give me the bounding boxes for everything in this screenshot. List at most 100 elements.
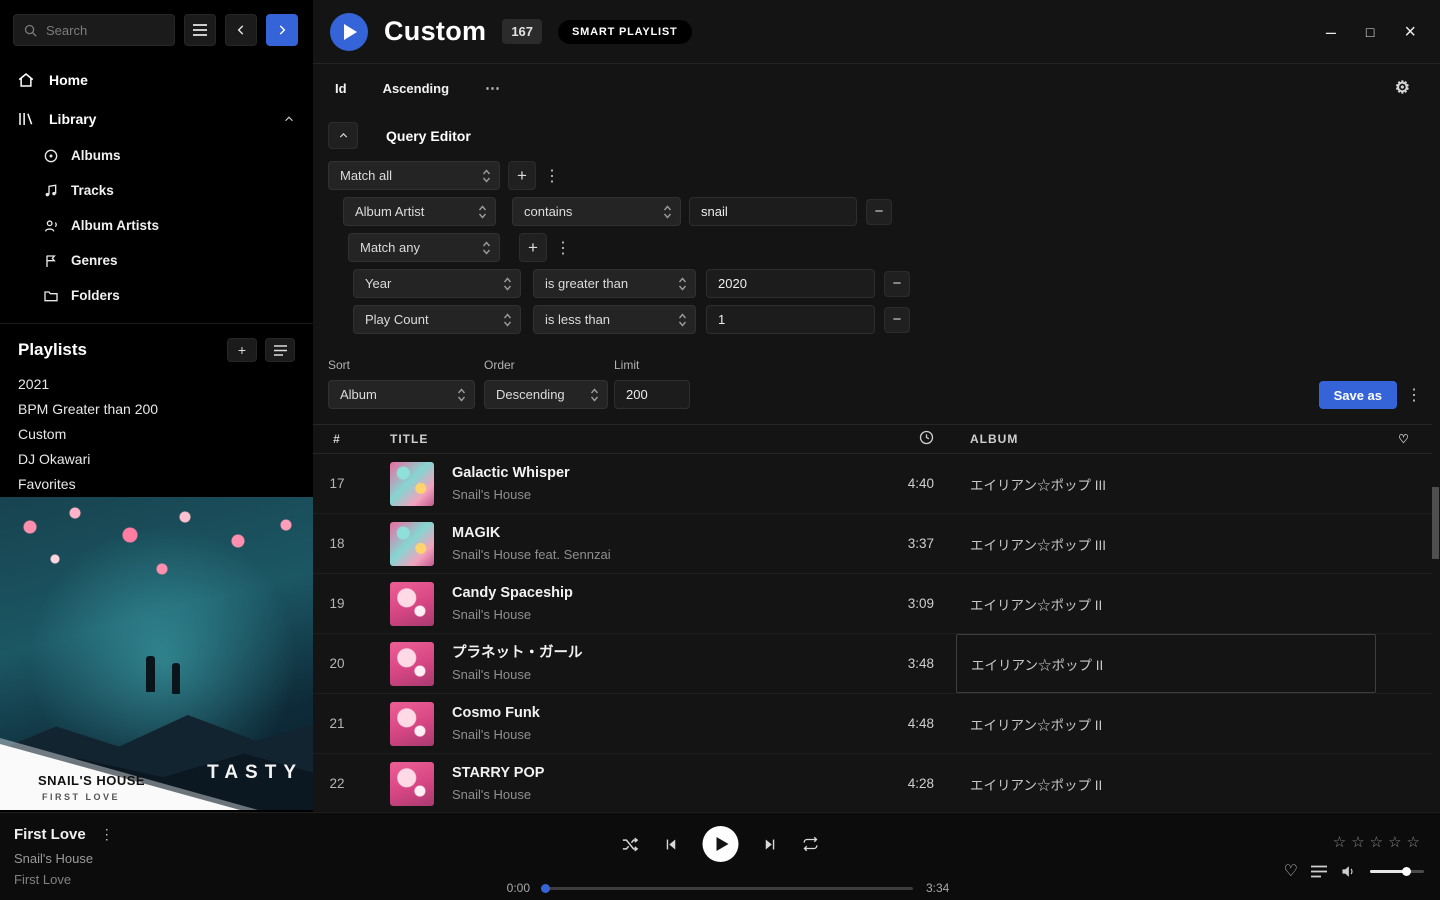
rule-operator-select[interactable]: is greater than bbox=[533, 269, 696, 298]
close-button[interactable]: × bbox=[1404, 22, 1416, 42]
chevron-up-icon bbox=[337, 129, 350, 142]
play-playlist-button[interactable] bbox=[330, 13, 368, 51]
star-icon[interactable]: ☆ bbox=[1388, 834, 1406, 851]
sort-direction-button[interactable]: Ascending bbox=[383, 81, 449, 96]
rule-field-select[interactable]: Year bbox=[353, 269, 521, 298]
sort-select[interactable]: Album bbox=[328, 380, 475, 409]
track-album: エイリアン☆ポップ III bbox=[956, 454, 1376, 513]
minimize-button[interactable]: – bbox=[1326, 23, 1336, 41]
search-box[interactable] bbox=[13, 14, 175, 46]
shuffle-button[interactable] bbox=[621, 835, 640, 854]
track-row[interactable]: 17 Galactic Whisper Snail's House 4:40 エ… bbox=[313, 454, 1432, 514]
album-art-thumbnail bbox=[390, 762, 434, 806]
previous-track-button[interactable] bbox=[663, 836, 680, 853]
scrollbar-thumb[interactable] bbox=[1432, 487, 1439, 559]
select-value: is greater than bbox=[545, 276, 628, 291]
rule-value-input[interactable] bbox=[706, 269, 875, 298]
track-duration: 4:40 bbox=[856, 476, 936, 491]
playlist-item[interactable]: BPM Greater than 200 bbox=[0, 397, 313, 422]
sidebar-item-albums[interactable]: Albums bbox=[0, 138, 313, 173]
playlist-item[interactable]: DJ Okawari bbox=[0, 447, 313, 472]
sidebar-item-album-artists[interactable]: Album Artists bbox=[0, 208, 313, 243]
chevron-up-icon[interactable] bbox=[282, 112, 296, 126]
group-options-button[interactable]: ⋮ bbox=[544, 161, 560, 190]
favorite-heart-icon[interactable]: ♡ bbox=[1376, 432, 1432, 446]
remove-rule-button[interactable]: − bbox=[884, 307, 910, 333]
volume-handle[interactable] bbox=[1402, 867, 1411, 876]
remove-rule-button[interactable]: − bbox=[866, 199, 892, 225]
sidebar-item-genres[interactable]: Genres bbox=[0, 243, 313, 278]
track-artist: Snail's House bbox=[452, 788, 544, 801]
playlist-options-button[interactable] bbox=[265, 338, 295, 362]
now-playing-album[interactable]: First Love bbox=[14, 872, 114, 887]
star-icon[interactable]: ☆ bbox=[1333, 834, 1351, 851]
star-icon[interactable]: ☆ bbox=[1351, 834, 1369, 851]
select-arrows-icon bbox=[678, 312, 687, 328]
favorite-button[interactable]: ♡ bbox=[1284, 861, 1298, 881]
rule-value-input[interactable] bbox=[706, 305, 875, 334]
playlist-item[interactable]: Custom bbox=[0, 422, 313, 447]
sidebar-item-home[interactable]: Home bbox=[0, 60, 313, 99]
track-row[interactable]: 18 MAGIK Snail's House feat. Sennzai 3:3… bbox=[313, 514, 1432, 574]
order-select[interactable]: Descending bbox=[484, 380, 608, 409]
add-rule-button[interactable]: + bbox=[519, 233, 547, 262]
star-icon[interactable]: ☆ bbox=[1407, 834, 1425, 851]
collapse-query-editor-button[interactable] bbox=[328, 122, 358, 149]
column-title[interactable]: TITLE bbox=[361, 432, 856, 446]
next-track-button[interactable] bbox=[762, 836, 779, 853]
seek-bar[interactable] bbox=[543, 887, 913, 890]
sort-field-button[interactable]: Id bbox=[335, 81, 347, 96]
plus-icon: + bbox=[238, 342, 246, 358]
track-row[interactable]: 19 Candy Spaceship Snail's House 3:09 エイ… bbox=[313, 574, 1432, 634]
track-row[interactable]: 21 Cosmo Funk Snail's House 4:48 エイリアン☆ポ… bbox=[313, 694, 1432, 754]
playlist-item[interactable]: Favorites bbox=[0, 472, 313, 497]
now-playing-menu-button[interactable]: ⋮ bbox=[100, 826, 114, 843]
save-as-button[interactable]: Save as bbox=[1319, 381, 1397, 409]
track-number: 20 bbox=[313, 656, 361, 671]
rule-field-select[interactable]: Album Artist bbox=[343, 197, 496, 226]
more-options-icon[interactable]: ⋯ bbox=[485, 79, 501, 97]
rule-operator-select[interactable]: is less than bbox=[533, 305, 696, 334]
select-arrows-icon bbox=[478, 204, 487, 220]
volume-icon[interactable] bbox=[1340, 863, 1357, 880]
playlist-item[interactable]: 2021 bbox=[0, 372, 313, 397]
track-row[interactable]: 22 STARRY POP Snail's House 4:28 エイリアン☆ポ… bbox=[313, 754, 1432, 814]
sidebar-item-folders[interactable]: Folders bbox=[0, 278, 313, 313]
track-row[interactable]: 20 プラネット・ガール Snail's House 3:48 エイリアン☆ポッ… bbox=[313, 634, 1432, 694]
queue-button[interactable] bbox=[1311, 865, 1327, 878]
music-note-icon bbox=[43, 183, 59, 199]
star-icon[interactable]: ☆ bbox=[1370, 834, 1388, 851]
track-number: 21 bbox=[313, 716, 361, 731]
repeat-button[interactable] bbox=[802, 835, 820, 853]
limit-input[interactable] bbox=[614, 380, 690, 409]
settings-gear-icon[interactable]: ⚙ bbox=[1395, 78, 1418, 98]
playlist-actions-button[interactable]: ⋮ bbox=[1406, 380, 1422, 409]
sidebar-item-library[interactable]: Library bbox=[0, 99, 313, 138]
maximize-button[interactable]: □ bbox=[1366, 25, 1374, 39]
menu-button[interactable] bbox=[184, 14, 216, 46]
match-mode-select[interactable]: Match any bbox=[348, 233, 500, 262]
remove-rule-button[interactable]: − bbox=[884, 271, 910, 297]
rating-stars[interactable]: ☆☆☆☆☆ bbox=[1333, 833, 1425, 851]
add-rule-button[interactable]: + bbox=[508, 161, 536, 190]
seek-handle[interactable] bbox=[541, 884, 550, 893]
rule-operator-select[interactable]: contains bbox=[512, 197, 681, 226]
total-time: 3:34 bbox=[926, 881, 958, 895]
add-playlist-button[interactable]: + bbox=[227, 338, 257, 362]
rule-field-select[interactable]: Play Count bbox=[353, 305, 521, 334]
column-album[interactable]: ALBUM bbox=[956, 432, 1376, 446]
volume-slider[interactable] bbox=[1370, 870, 1424, 873]
track-album-focused-cell[interactable]: エイリアン☆ポップ II bbox=[956, 634, 1376, 693]
group-options-button[interactable]: ⋮ bbox=[555, 233, 571, 262]
rule-value-input[interactable] bbox=[689, 197, 857, 226]
now-playing-cover-art[interactable]: SNAIL'S HOUSE FIRST LOVE TASTY bbox=[0, 497, 313, 810]
now-playing-artist[interactable]: Snail's House bbox=[14, 851, 114, 866]
duration-clock-icon[interactable] bbox=[856, 430, 936, 448]
sidebar-item-tracks[interactable]: Tracks bbox=[0, 173, 313, 208]
back-button[interactable] bbox=[225, 14, 257, 46]
forward-button[interactable] bbox=[266, 14, 298, 46]
column-index[interactable]: # bbox=[313, 432, 361, 446]
search-input[interactable] bbox=[46, 23, 165, 38]
match-mode-select[interactable]: Match all bbox=[328, 161, 500, 190]
play-pause-button[interactable] bbox=[703, 826, 739, 862]
